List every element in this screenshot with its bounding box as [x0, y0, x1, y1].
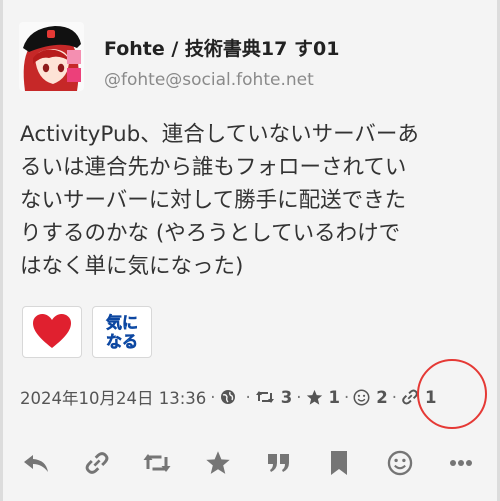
- reply-button[interactable]: [16, 443, 56, 483]
- favourite-button[interactable]: [198, 443, 238, 483]
- quote-button[interactable]: [259, 443, 299, 483]
- emoji-reaction-count[interactable]: 2: [376, 388, 387, 407]
- emoji-text-line: 気に: [105, 313, 139, 333]
- action-bar: [0, 443, 500, 483]
- emoji-text-line: なる: [105, 332, 139, 352]
- status-card: Fohte / 技術書典17 す01 @fohte@social.fohte.n…: [0, 0, 500, 501]
- content-line: ないサーバーに対して勝手に配送できた: [20, 188, 407, 213]
- react-button[interactable]: [380, 443, 420, 483]
- link-icon: [85, 452, 109, 474]
- highlight-circle: [417, 359, 487, 429]
- more-icon: [450, 460, 472, 466]
- avatar[interactable]: [19, 22, 84, 91]
- smile-count-icon: [353, 389, 370, 406]
- kininaru-emoji: 気に なる: [105, 313, 139, 352]
- card-border-left: [0, 0, 3, 501]
- smile-icon: [387, 450, 413, 476]
- content-line: ActivityPub、連合していないサーバーあ: [20, 122, 419, 147]
- reply-icon: [24, 455, 48, 472]
- content-line: はなく単に気になった): [20, 254, 244, 279]
- more-button[interactable]: [441, 443, 481, 483]
- content-line: りするのかな (やろうとしているわけで: [20, 221, 401, 246]
- globe-icon: [220, 389, 236, 405]
- timestamp[interactable]: 2024年10月24日 13:36: [20, 385, 206, 409]
- quote-icon: [268, 454, 289, 472]
- separator: ·: [210, 387, 216, 407]
- status-content: ActivityPub、連合していないサーバーあ るいは連合先から誰もフォローさ…: [20, 118, 482, 283]
- reaction-heart-button[interactable]: [22, 306, 82, 358]
- copy-link-button[interactable]: [77, 443, 117, 483]
- reaction-kininaru-button[interactable]: 気に なる: [92, 306, 152, 358]
- account-handle[interactable]: @fohte@social.fohte.net: [104, 70, 314, 90]
- separator: ·: [391, 387, 397, 407]
- favourite-count[interactable]: 1: [329, 388, 340, 407]
- content-line: るいは連合先から誰もフォローされてい: [20, 155, 407, 180]
- display-name[interactable]: Fohte / 技術書典17 す01: [104, 34, 339, 61]
- heart-icon: [33, 314, 71, 348]
- status-meta: 2024年10月24日 13:36 · · 3 · 1 · 2 · 1: [20, 384, 436, 410]
- boost-icon: [143, 454, 171, 472]
- bookmark-icon: [331, 451, 347, 475]
- separator: ·: [245, 387, 251, 407]
- separator: ·: [344, 387, 350, 407]
- star-icon: [206, 451, 230, 474]
- boost-button[interactable]: [137, 443, 177, 483]
- boost-count-icon: [255, 389, 275, 405]
- star-count-icon: [306, 389, 323, 406]
- separator: ·: [296, 387, 302, 407]
- boost-count[interactable]: 3: [281, 388, 292, 407]
- bookmark-button[interactable]: [319, 443, 359, 483]
